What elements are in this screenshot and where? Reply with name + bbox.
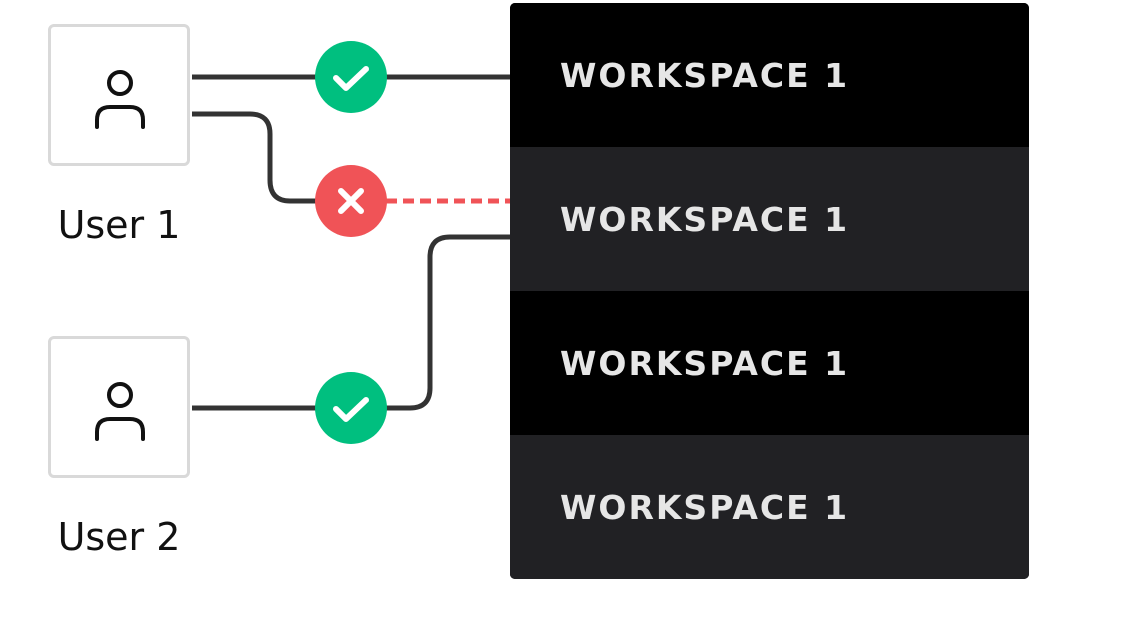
- workspace-label: WORKSPACE 1: [560, 199, 850, 239]
- access-diagram: User 1 User 2 WORKSPACE 1 WORKSPACE 1 WO…: [0, 0, 1125, 618]
- workspace-row-3[interactable]: WORKSPACE 1: [510, 291, 1029, 435]
- workspace-label: WORKSPACE 1: [560, 343, 850, 383]
- workspace-label: WORKSPACE 1: [560, 55, 850, 95]
- workspace-row-1[interactable]: WORKSPACE 1: [510, 3, 1029, 147]
- check-icon: [333, 66, 369, 91]
- user-icon: [95, 70, 145, 129]
- check-icon: [333, 397, 369, 422]
- x-icon: [338, 188, 364, 214]
- user-label-1: User 1: [57, 203, 181, 247]
- workspace-row-2[interactable]: WORKSPACE 1: [510, 147, 1029, 291]
- user-card-2[interactable]: [48, 336, 190, 478]
- workspace-list: WORKSPACE 1 WORKSPACE 1 WORKSPACE 1 WORK…: [510, 3, 1029, 579]
- allowed-status-badge: [315, 41, 387, 113]
- workspace-label: WORKSPACE 1: [560, 487, 850, 527]
- workspace-row-4[interactable]: WORKSPACE 1: [510, 435, 1029, 579]
- allowed-status-badge: [315, 372, 387, 444]
- user-label-2: User 2: [57, 515, 181, 559]
- denied-status-badge: [315, 165, 387, 237]
- user-card-1[interactable]: [48, 24, 190, 166]
- user-icon: [95, 382, 145, 441]
